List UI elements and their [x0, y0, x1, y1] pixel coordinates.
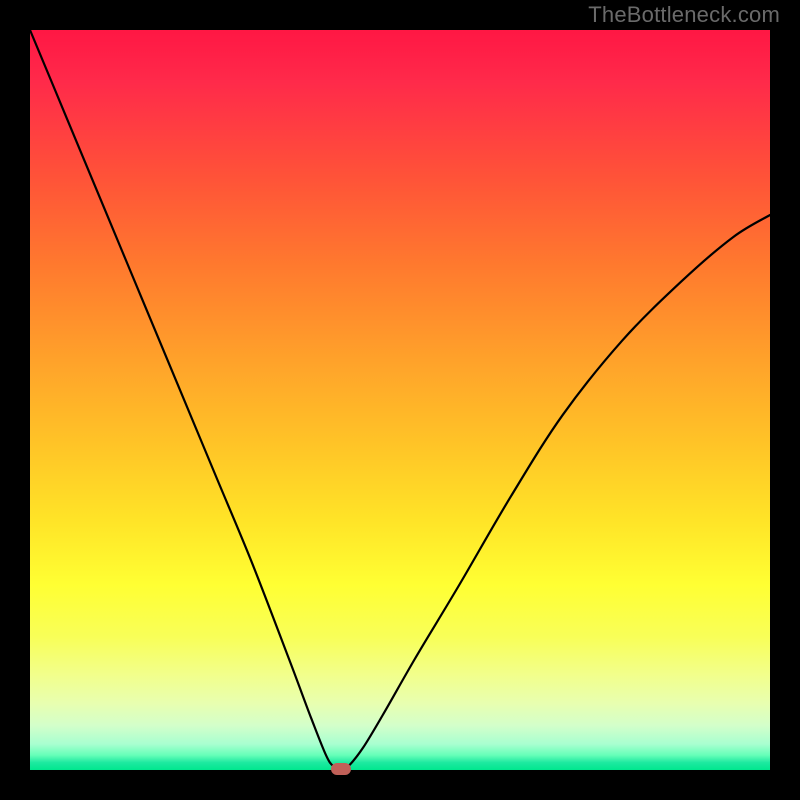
chart-container: TheBottleneck.com	[0, 0, 800, 800]
attribution-text: TheBottleneck.com	[588, 2, 780, 28]
bottleneck-curve	[30, 30, 770, 769]
plot-area	[30, 30, 770, 770]
curve-layer	[30, 30, 770, 770]
optimum-marker	[331, 763, 351, 775]
